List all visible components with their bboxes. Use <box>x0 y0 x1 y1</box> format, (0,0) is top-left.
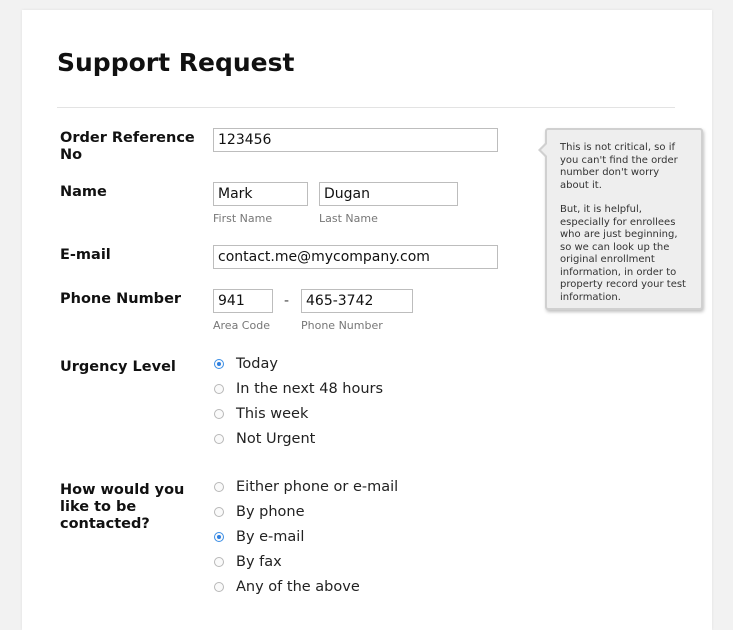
order-ref-input[interactable]: 123456 <box>213 128 498 152</box>
last-name-input[interactable]: Dugan <box>319 182 458 206</box>
contact-option-email[interactable]: By e-mail <box>214 527 304 547</box>
radio-button[interactable] <box>214 482 224 492</box>
tooltip-paragraph: This is not critical, so if you can't fi… <box>560 142 678 191</box>
phone-label: Phone Number <box>60 291 182 307</box>
contact-option-any[interactable]: Any of the above <box>214 577 360 597</box>
first-name-input[interactable]: Mark <box>213 182 308 206</box>
phone-number-sublabel: Phone Number <box>301 319 383 332</box>
urgency-option-this-week[interactable]: This week <box>214 404 308 424</box>
last-name-sublabel: Last Name <box>319 212 378 225</box>
area-code-sublabel: Area Code <box>213 319 270 332</box>
radio-label: Either phone or e-mail <box>236 479 399 495</box>
name-label: Name <box>60 184 107 200</box>
tooltip-paragraph: But, it is helpful, especially for enrol… <box>560 204 686 303</box>
order-ref-label: Order Reference No <box>60 130 195 163</box>
radio-label: By e-mail <box>236 529 305 545</box>
radio-label: Not Urgent <box>236 431 316 447</box>
radio-label: In the next 48 hours <box>236 381 384 397</box>
urgency-option-48-hours[interactable]: In the next 48 hours <box>214 379 383 399</box>
radio-button[interactable] <box>214 359 224 369</box>
contact-method-label: How would you like to be contacted? <box>60 482 185 532</box>
email-label: E-mail <box>60 247 111 263</box>
radio-label: This week <box>236 406 309 422</box>
radio-button[interactable] <box>214 582 224 592</box>
radio-button[interactable] <box>214 507 224 517</box>
page-title: Support Request <box>57 48 295 77</box>
radio-button[interactable] <box>214 384 224 394</box>
tooltip-arrow-inner <box>541 144 547 156</box>
title-divider <box>57 107 675 108</box>
urgency-option-not-urgent[interactable]: Not Urgent <box>214 429 315 449</box>
help-tooltip: This is not critical, so if you can't fi… <box>538 128 703 310</box>
contact-option-phone[interactable]: By phone <box>214 502 305 522</box>
urgency-option-today[interactable]: Today <box>214 354 278 374</box>
area-code-input[interactable]: 941 <box>213 289 273 313</box>
radio-button[interactable] <box>214 557 224 567</box>
contact-option-fax[interactable]: By fax <box>214 552 282 572</box>
urgency-label: Urgency Level <box>60 359 176 375</box>
email-input[interactable]: contact.me@mycompany.com <box>213 245 498 269</box>
radio-button[interactable] <box>214 434 224 444</box>
phone-separator: - <box>284 293 290 309</box>
contact-option-either[interactable]: Either phone or e-mail <box>214 477 398 497</box>
phone-number-input[interactable]: 465-3742 <box>301 289 413 313</box>
radio-label: By phone <box>236 504 305 520</box>
first-name-sublabel: First Name <box>213 212 273 225</box>
radio-button[interactable] <box>214 532 224 542</box>
form-card: Support Request Order Reference No 12345… <box>22 10 712 630</box>
radio-label: By fax <box>236 554 282 570</box>
radio-label: Any of the above <box>236 579 360 595</box>
radio-button[interactable] <box>214 409 224 419</box>
radio-label: Today <box>236 356 278 372</box>
